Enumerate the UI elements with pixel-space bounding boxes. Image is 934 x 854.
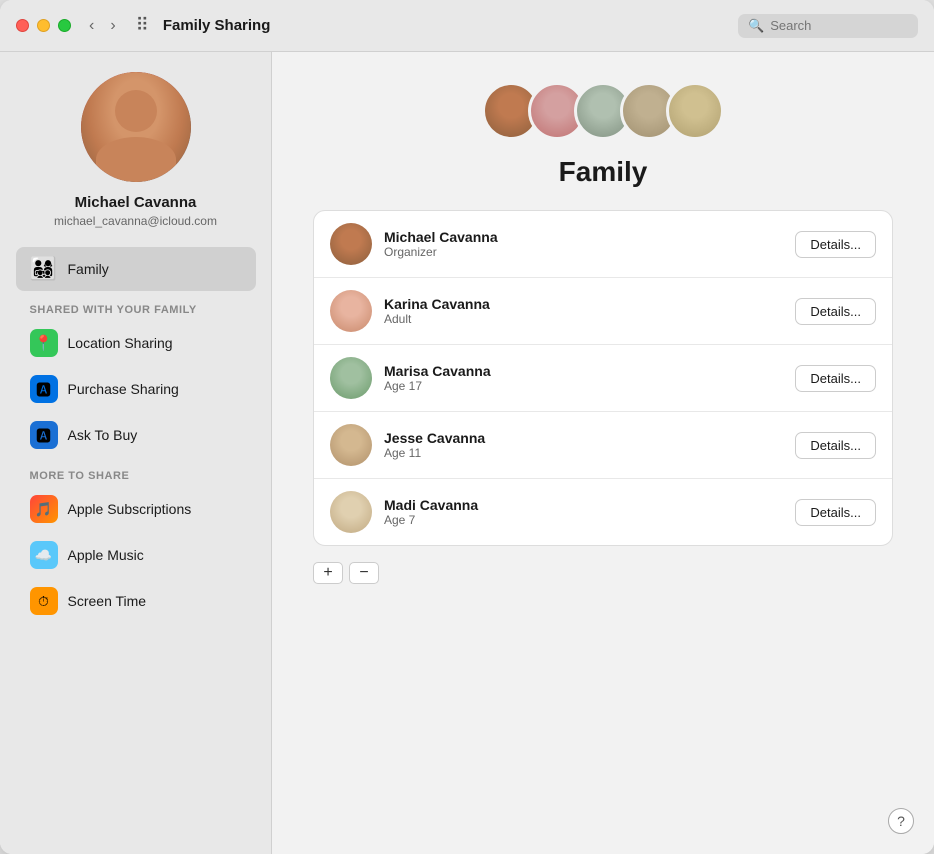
apple-subscriptions-label: Apple Subscriptions — [68, 501, 192, 517]
sidebar-item-ask-to-buy[interactable]: 🅰 Ask To Buy — [16, 413, 256, 457]
member-role-4: Age 11 — [384, 446, 783, 460]
minimize-button[interactable] — [37, 19, 50, 32]
ask-to-buy-icon: 🅰 — [30, 421, 58, 449]
window-title: Family Sharing — [163, 17, 738, 34]
member-avatar-5 — [330, 491, 372, 533]
family-title: Family — [559, 156, 648, 188]
location-sharing-label: Location Sharing — [68, 335, 173, 351]
sidebar-item-apple-music[interactable]: ☁️ Apple Music — [16, 533, 256, 577]
family-avatars — [482, 82, 724, 140]
member-name-2: Karina Cavanna — [384, 296, 783, 312]
member-avatar-4 — [330, 424, 372, 466]
grid-button[interactable]: ⠿ — [130, 13, 155, 38]
member-name-4: Jesse Cavanna — [384, 430, 783, 446]
details-button-5[interactable]: Details... — [795, 499, 876, 526]
purchase-sharing-label: Purchase Sharing — [68, 381, 179, 397]
member-avatar-2 — [330, 290, 372, 332]
table-row: Michael Cavanna Organizer Details... — [314, 211, 892, 278]
sidebar-item-screen-time[interactable]: ⏱ Screen Time — [16, 579, 256, 623]
bottom-controls: + − — [313, 562, 379, 584]
details-button-3[interactable]: Details... — [795, 365, 876, 392]
user-email: michael_cavanna@icloud.com — [54, 214, 217, 228]
sidebar-item-location-sharing[interactable]: 📍 Location Sharing — [16, 321, 256, 365]
help-button[interactable]: ? — [888, 808, 914, 834]
sidebar: Michael Cavanna michael_cavanna@icloud.c… — [0, 52, 272, 854]
family-icon: 👨‍👩‍👧‍👦 — [30, 255, 58, 283]
music-icon: ☁️ — [30, 541, 58, 569]
main-panel: Family Michael Cavanna Organizer Details… — [272, 52, 934, 854]
app-window: ‹ › ⠿ Family Sharing 🔍 Michael Cavanna m… — [0, 0, 934, 854]
member-role-2: Adult — [384, 312, 783, 326]
table-row: Karina Cavanna Adult Details... — [314, 278, 892, 345]
member-info-1: Michael Cavanna Organizer — [384, 229, 783, 259]
member-info-2: Karina Cavanna Adult — [384, 296, 783, 326]
member-role-3: Age 17 — [384, 379, 783, 393]
member-avatar-3 — [330, 357, 372, 399]
apple-music-label: Apple Music — [68, 547, 144, 563]
screen-time-label: Screen Time — [68, 593, 147, 609]
member-name-1: Michael Cavanna — [384, 229, 783, 245]
nav-buttons: ‹ › — [83, 15, 122, 37]
screen-time-icon: ⏱ — [30, 587, 58, 615]
location-icon: 📍 — [30, 329, 58, 357]
sidebar-item-apple-subscriptions[interactable]: 🎵 Apple Subscriptions — [16, 487, 256, 531]
traffic-lights — [16, 19, 71, 32]
member-avatar-1 — [330, 223, 372, 265]
member-role-5: Age 7 — [384, 513, 783, 527]
family-avatar-5 — [666, 82, 724, 140]
member-name-5: Madi Cavanna — [384, 497, 783, 513]
main-wrapper: Family Michael Cavanna Organizer Details… — [272, 52, 934, 854]
search-icon: 🔍 — [748, 18, 764, 34]
titlebar: ‹ › ⠿ Family Sharing 🔍 — [0, 0, 934, 52]
member-info-4: Jesse Cavanna Age 11 — [384, 430, 783, 460]
remove-member-button[interactable]: − — [349, 562, 379, 584]
maximize-button[interactable] — [58, 19, 71, 32]
close-button[interactable] — [16, 19, 29, 32]
content-area: Michael Cavanna michael_cavanna@icloud.c… — [0, 52, 934, 854]
user-avatar — [81, 72, 191, 182]
table-row: Jesse Cavanna Age 11 Details... — [314, 412, 892, 479]
members-list: Michael Cavanna Organizer Details... Kar… — [313, 210, 893, 546]
sidebar-item-purchase-sharing[interactable]: 🅰 Purchase Sharing — [16, 367, 256, 411]
subscriptions-icon: 🎵 — [30, 495, 58, 523]
ask-to-buy-label: Ask To Buy — [68, 427, 138, 443]
details-button-2[interactable]: Details... — [795, 298, 876, 325]
more-section-label: MORE TO SHARE — [16, 458, 256, 486]
forward-button[interactable]: › — [104, 15, 121, 37]
shared-section-label: SHARED WITH YOUR FAMILY — [16, 292, 256, 320]
table-row: Marisa Cavanna Age 17 Details... — [314, 345, 892, 412]
details-button-1[interactable]: Details... — [795, 231, 876, 258]
details-button-4[interactable]: Details... — [795, 432, 876, 459]
search-bar[interactable]: 🔍 — [738, 14, 918, 38]
sidebar-item-family[interactable]: 👨‍👩‍👧‍👦 Family — [16, 247, 256, 291]
member-info-3: Marisa Cavanna Age 17 — [384, 363, 783, 393]
search-input[interactable] — [770, 18, 890, 33]
back-button[interactable]: ‹ — [83, 15, 100, 37]
purchase-icon: 🅰 — [30, 375, 58, 403]
member-name-3: Marisa Cavanna — [384, 363, 783, 379]
member-info-5: Madi Cavanna Age 7 — [384, 497, 783, 527]
table-row: Madi Cavanna Age 7 Details... — [314, 479, 892, 545]
member-role-1: Organizer — [384, 245, 783, 259]
add-member-button[interactable]: + — [313, 562, 343, 584]
user-name: Michael Cavanna — [75, 194, 197, 211]
family-label: Family — [68, 261, 109, 277]
